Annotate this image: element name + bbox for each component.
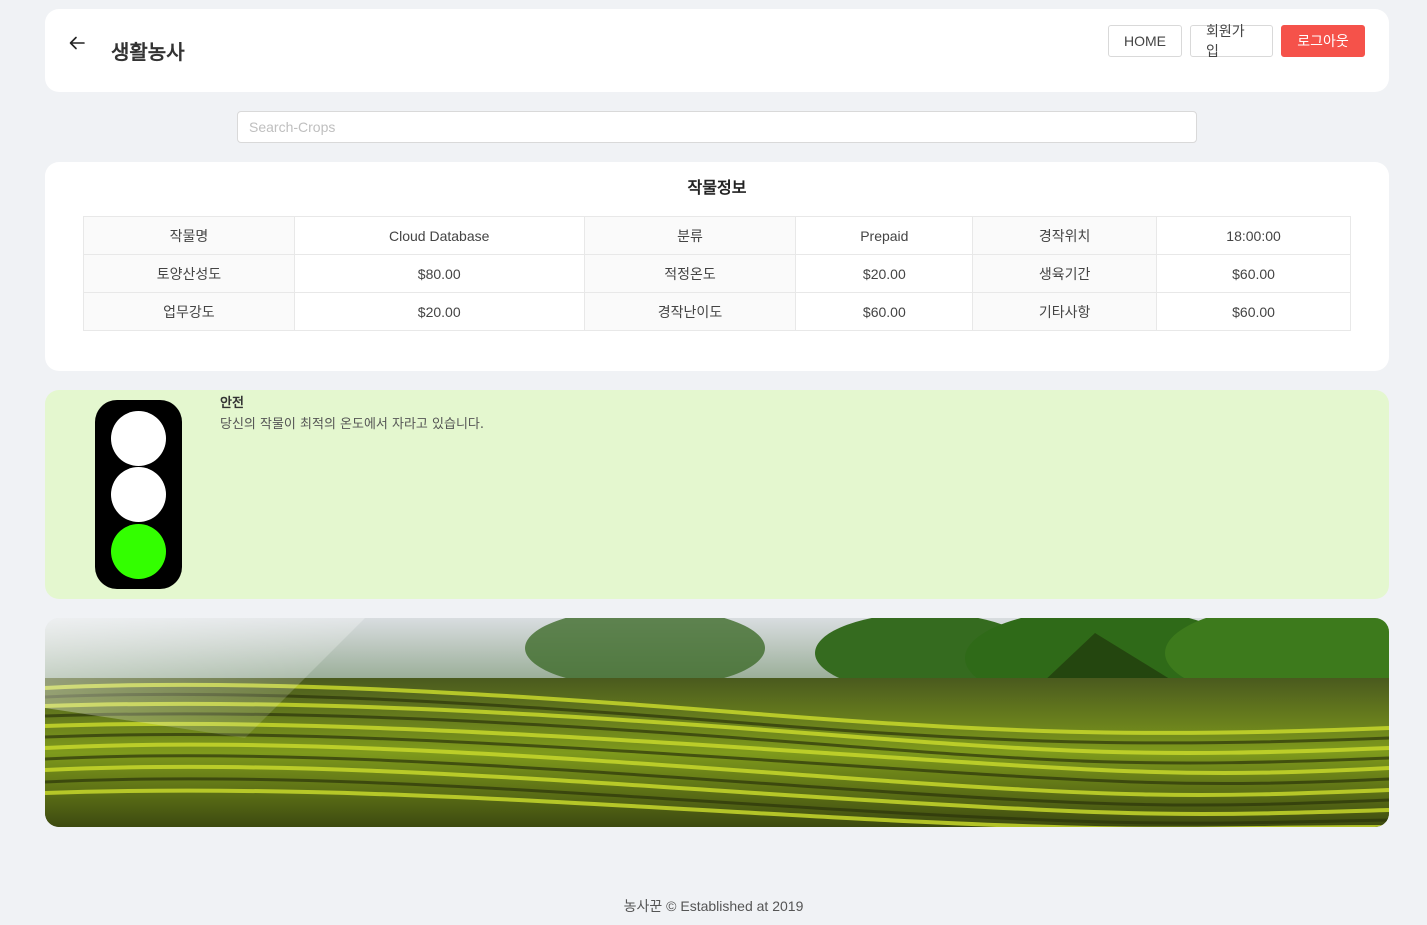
cell-value: $20.00: [795, 254, 974, 293]
cell-value: 18:00:00: [1156, 216, 1351, 255]
traffic-light-top: [111, 411, 166, 466]
search-input[interactable]: [237, 111, 1197, 143]
top-nav: HOME 회원가입 로그아웃: [1108, 23, 1365, 59]
cell-label: 작물명: [83, 216, 295, 255]
cell-value: $60.00: [795, 292, 974, 331]
status-card: 안전 당신의 작물이 최적의 온도에서 자라고 있습니다.: [45, 390, 1389, 599]
crop-info-table: 작물명 Cloud Database 분류 Prepaid 경작위치 18:00…: [83, 216, 1351, 331]
cell-label: 기타사항: [972, 292, 1158, 331]
table-row: 작물명 Cloud Database 분류 Prepaid 경작위치 18:00…: [83, 216, 1351, 255]
cell-value: Prepaid: [795, 216, 974, 255]
traffic-light-bottom: [111, 524, 166, 579]
cell-value: Cloud Database: [293, 216, 585, 255]
cell-label: 생육기간: [972, 254, 1158, 293]
crop-info-title: 작물정보: [687, 178, 747, 197]
logout-button[interactable]: 로그아웃: [1281, 25, 1365, 57]
tea-field-banner-image: [45, 618, 1389, 827]
cell-value: $20.00: [293, 292, 585, 331]
footer: 농사꾼 © Established at 2019: [623, 898, 804, 914]
table-row: 업무강도 $20.00 경작난이도 $60.00 기타사항 $60.00: [83, 292, 1351, 331]
cell-label: 경작난이도: [583, 292, 797, 331]
table-row: 토양산성도 $80.00 적정온도 $20.00 생육기간 $60.00: [83, 254, 1351, 293]
cell-value: $80.00: [293, 254, 585, 293]
status-message: 당신의 작물이 최적의 온도에서 자라고 있습니다.: [220, 417, 484, 432]
home-button[interactable]: HOME: [1108, 25, 1182, 57]
back-arrow-icon[interactable]: [65, 31, 89, 55]
cell-value: $60.00: [1156, 292, 1351, 331]
status-title: 안전: [220, 396, 244, 411]
cell-label: 적정온도: [583, 254, 797, 293]
cell-value: $60.00: [1156, 254, 1351, 293]
cell-label: 토양산성도: [83, 254, 295, 293]
cell-label: 경작위치: [972, 216, 1158, 255]
cell-label: 업무강도: [83, 292, 295, 331]
traffic-light-icon: [95, 400, 182, 589]
header: 생활농사 HOME 회원가입 로그아웃: [45, 9, 1389, 92]
crop-info-card: 작물정보 작물명 Cloud Database 분류 Prepaid 경작위치 …: [45, 162, 1389, 371]
traffic-light-middle: [111, 467, 166, 522]
app-title: 생활농사: [111, 40, 185, 64]
signup-button[interactable]: 회원가입: [1190, 23, 1273, 59]
cell-label: 분류: [583, 216, 797, 255]
